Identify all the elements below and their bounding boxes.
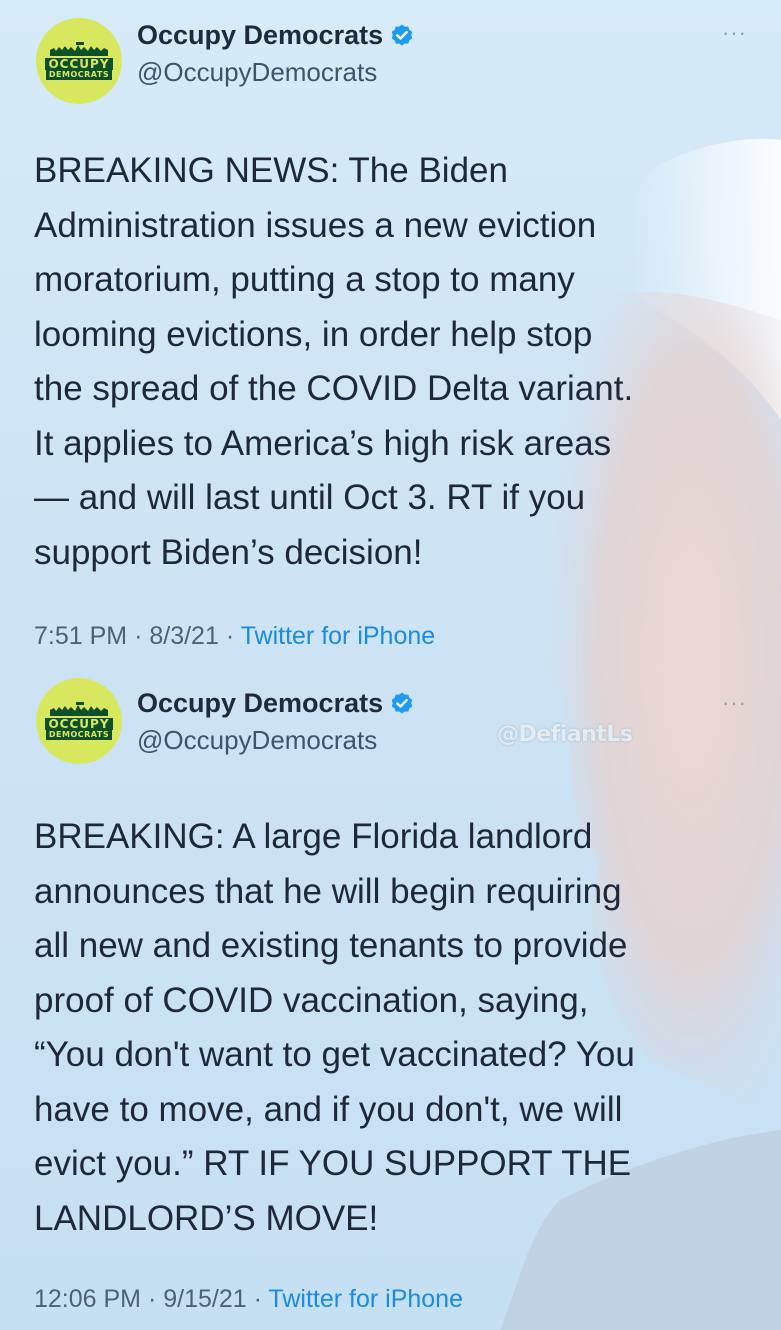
tweet-time[interactable]: 7:51 PM xyxy=(34,622,127,650)
avatar-logo-text: OCCUPY xyxy=(45,718,113,730)
tweet-meta: 7:51 PM · 8/3/21 · Twitter for iPhone xyxy=(34,622,435,651)
author-handle[interactable]: @OccupyDemocrats xyxy=(137,57,377,88)
author-handle[interactable]: @OccupyDemocrats xyxy=(137,725,377,756)
tweet-text: BREAKING NEWS: The Biden Administration … xyxy=(34,151,634,572)
tweet-text: BREAKING: A large Florida landlord annou… xyxy=(34,817,635,1238)
watermark: @DefiantLs xyxy=(497,722,633,747)
tweet-source-link[interactable]: Twitter for iPhone xyxy=(241,622,436,650)
meta-separator: · xyxy=(225,622,235,650)
author-name[interactable]: Occupy Democrats xyxy=(137,20,383,51)
avatar-logo-text: OCCUPY xyxy=(45,58,113,70)
meta-separator: · xyxy=(147,1285,157,1313)
tweet-date[interactable]: 8/3/21 xyxy=(149,622,219,650)
tweet-time[interactable]: 12:06 PM xyxy=(34,1285,141,1313)
verified-badge-icon xyxy=(391,692,413,714)
meta-separator: · xyxy=(253,1285,262,1313)
verified-badge-icon xyxy=(391,24,413,46)
tweet-meta: 12:06 PM · 9/15/21 · Twitter for iPhone xyxy=(34,1285,463,1314)
meta-separator: · xyxy=(134,622,143,650)
avatar[interactable]: OCCUPY DEMOCRATS xyxy=(36,18,122,104)
tweet-source-link[interactable]: Twitter for iPhone xyxy=(268,1285,463,1313)
crowd-logo-icon xyxy=(50,42,108,56)
author-row: Occupy Democrats xyxy=(137,20,415,51)
more-options-icon[interactable]: ··· xyxy=(722,20,747,46)
tweet-date[interactable]: 9/15/21 xyxy=(163,1285,246,1313)
crowd-logo-icon xyxy=(50,702,108,716)
author-name[interactable]: Occupy Democrats xyxy=(137,688,383,719)
avatar-logo-subtext: DEMOCRATS xyxy=(45,730,113,740)
more-options-icon[interactable]: ··· xyxy=(722,690,747,716)
avatar[interactable]: OCCUPY DEMOCRATS xyxy=(36,678,122,764)
avatar-logo-subtext: DEMOCRATS xyxy=(45,70,113,80)
author-row: Occupy Democrats xyxy=(137,688,415,719)
